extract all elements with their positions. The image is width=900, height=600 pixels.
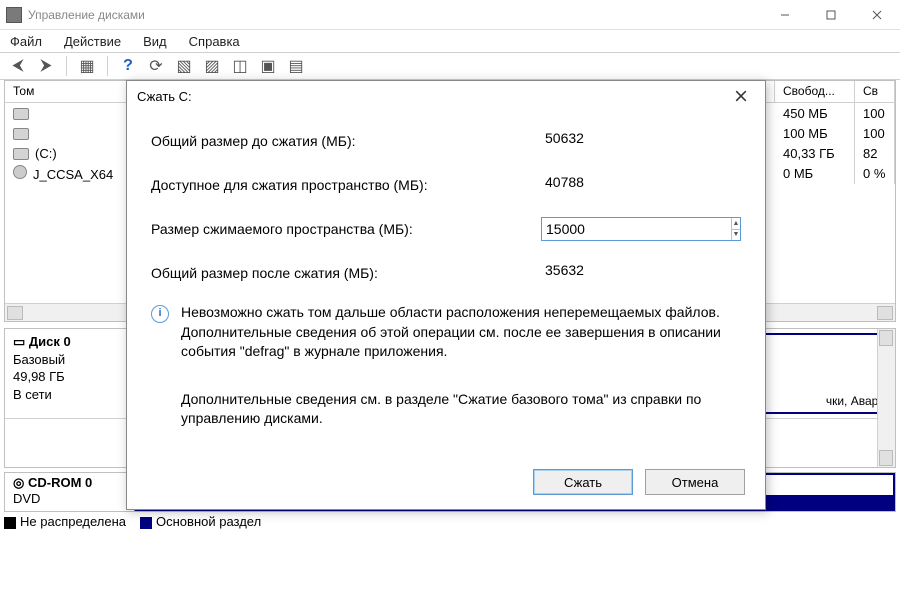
main-titlebar: Управление дисками	[0, 0, 900, 30]
shrink-dialog: Сжать C: Общий размер до сжатия (МБ): 50…	[126, 80, 766, 510]
dialog-close-button[interactable]	[727, 82, 755, 110]
vertical-scrollbar[interactable]	[877, 329, 895, 467]
forward-icon[interactable]: ⮞	[36, 56, 56, 76]
scroll-down-icon[interactable]	[879, 450, 893, 466]
info-note: i Невозможно сжать том дальше области ра…	[151, 303, 741, 362]
drive-icon	[13, 108, 29, 120]
shrink-button[interactable]: Сжать	[533, 469, 633, 495]
disk-info[interactable]: ▭ Диск 0 Базовый 49,98 ГБ В сети	[5, 329, 135, 418]
dialog-title: Сжать C:	[137, 89, 727, 104]
value-available: 40788	[541, 174, 741, 196]
toolbar: ⮜ ⮞ ▦ ? ⟳ ▧ ▨ ◫ ▣ ▤	[0, 52, 900, 80]
cancel-button[interactable]: Отмена	[645, 469, 745, 495]
legend-swatch-unallocated	[4, 517, 16, 529]
disc-icon	[13, 165, 27, 179]
dialog-titlebar: Сжать C:	[127, 81, 765, 111]
drive-icon	[13, 128, 29, 140]
menu-file[interactable]: Файл	[10, 34, 42, 49]
app-icon	[6, 7, 22, 23]
legend: Не распределена Основной раздел	[4, 514, 896, 529]
tool-icon-2[interactable]: ▨	[202, 56, 222, 76]
info-text: Невозможно сжать том дальше области расп…	[181, 303, 741, 362]
menu-action[interactable]: Действие	[64, 34, 121, 49]
scroll-right-icon[interactable]	[877, 306, 893, 320]
info-icon: i	[151, 305, 169, 323]
tool-icon-5[interactable]: ▤	[286, 56, 306, 76]
help-text: Дополнительные сведения см. в разделе "С…	[181, 390, 741, 429]
tool-icon-3[interactable]: ◫	[230, 56, 250, 76]
label-total-before: Общий размер до сжатия (МБ):	[151, 133, 541, 149]
window-title: Управление дисками	[28, 8, 762, 22]
spinner-down-icon[interactable]: ▼	[732, 230, 740, 241]
cdrom-info[interactable]: ◎ CD-ROM 0 DVD	[5, 473, 135, 511]
menu-help[interactable]: Справка	[189, 34, 240, 49]
shrink-size-input[interactable]	[542, 218, 731, 240]
col-tom[interactable]: Том	[5, 81, 135, 102]
label-shrink: Размер сжимаемого пространства (МБ):	[151, 221, 541, 237]
tool-icon-1[interactable]: ▧	[174, 56, 194, 76]
disk-icon: ▭	[13, 334, 29, 349]
col-pct[interactable]: Св	[855, 81, 895, 102]
cdrom-icon: ◎	[13, 475, 28, 490]
properties-icon[interactable]: ▦	[77, 56, 97, 76]
refresh-icon[interactable]: ⟳	[146, 56, 166, 76]
drive-icon	[13, 148, 29, 160]
back-icon[interactable]: ⮜	[8, 56, 28, 76]
tool-icon-4[interactable]: ▣	[258, 56, 278, 76]
maximize-button[interactable]	[808, 0, 854, 30]
minimize-button[interactable]	[762, 0, 808, 30]
scroll-up-icon[interactable]	[879, 330, 893, 346]
col-free[interactable]: Свобод...	[775, 81, 855, 102]
spinner-up-icon[interactable]: ▲	[732, 218, 740, 230]
scroll-left-icon[interactable]	[7, 306, 23, 320]
menubar: Файл Действие Вид Справка	[0, 30, 900, 52]
label-available: Доступное для сжатия пространство (МБ):	[151, 177, 541, 193]
value-total-after: 35632	[541, 262, 741, 284]
legend-swatch-primary	[140, 517, 152, 529]
value-total-before: 50632	[541, 130, 741, 152]
menu-view[interactable]: Вид	[143, 34, 167, 49]
help-icon[interactable]: ?	[118, 56, 138, 76]
close-button[interactable]	[854, 0, 900, 30]
label-total-after: Общий размер после сжатия (МБ):	[151, 265, 541, 281]
shrink-size-spinner[interactable]: ▲ ▼	[541, 217, 741, 241]
